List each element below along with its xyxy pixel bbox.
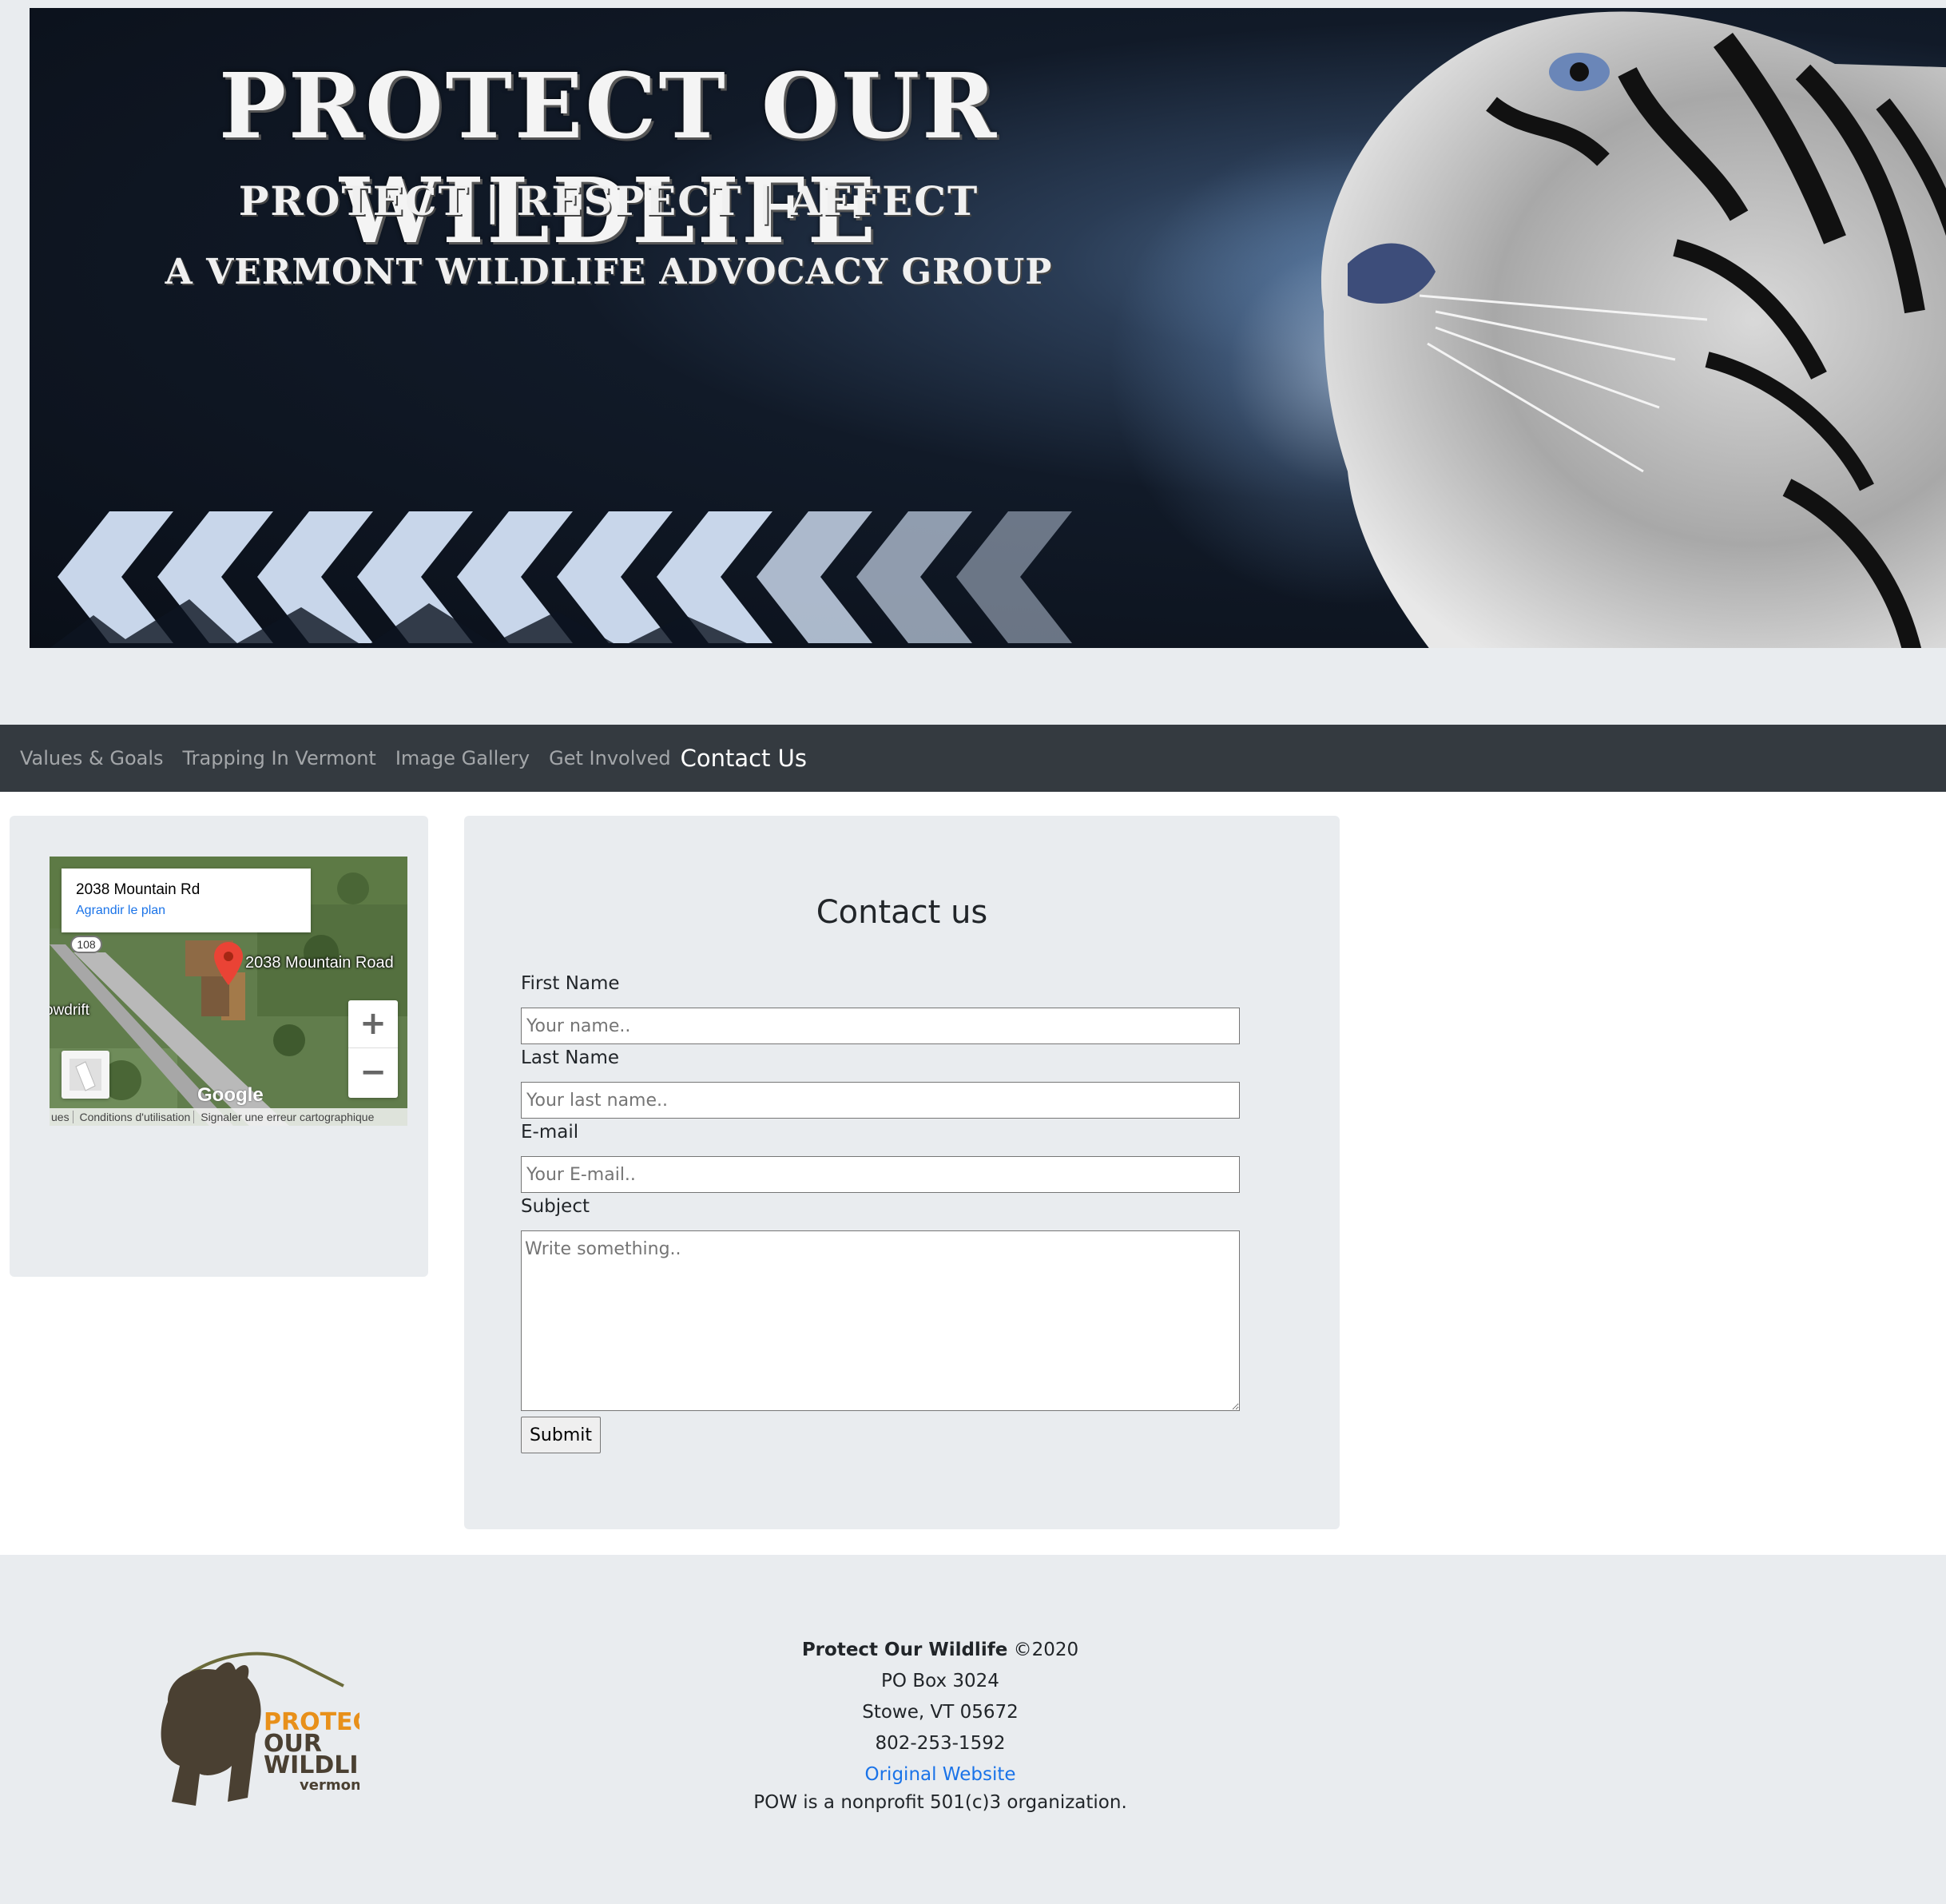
nav-values-goals[interactable]: Values & Goals: [20, 747, 164, 769]
form-title: Contact us: [816, 894, 988, 931]
nav-get-involved[interactable]: Get Involved: [549, 747, 670, 769]
submit-button[interactable]: Submit: [521, 1417, 601, 1453]
subject-textarea[interactable]: [521, 1230, 1240, 1411]
road-shield: 108: [70, 936, 102, 953]
street-view-pegman-icon[interactable]: [62, 1051, 109, 1099]
footer-contact-info: Protect Our Wildlife ©2020 PO Box 3024 S…: [701, 1635, 1179, 1815]
map-footer-report-error[interactable]: Signaler une erreur cartographique: [201, 1111, 377, 1123]
google-map[interactable]: 2038 Mountain Rd Agrandir le plan 108 20…: [50, 857, 407, 1126]
first-name-label: First Name: [521, 973, 620, 994]
map-place-label: 2038 Mountain Road: [245, 954, 394, 972]
header-area: PROTECT OUR WILDLIFE PROTECT | RESPECT |…: [0, 0, 1946, 725]
footer-original-website-link[interactable]: Original Website: [865, 1764, 1016, 1785]
footer-city: Stowe, VT 05672: [862, 1702, 1019, 1723]
email-label: E-mail: [521, 1122, 579, 1143]
chevron-arrows-decoration: [50, 511, 1072, 648]
map-info-window: 2038 Mountain Rd Agrandir le plan: [62, 869, 311, 932]
map-footer-keyboard[interactable]: ues: [51, 1111, 73, 1123]
logo-word-wildlife: WILDLIFE: [264, 1751, 359, 1779]
google-logo: Google: [197, 1084, 264, 1106]
zoom-in-button[interactable]: +: [348, 1000, 398, 1048]
first-name-input[interactable]: [521, 1008, 1240, 1044]
map-zoom-controls: + −: [348, 1000, 398, 1098]
footer-phone: 802-253-1592: [875, 1733, 1006, 1754]
banner-subtitle: PROTECT | RESPECT | AFFECT: [238, 177, 979, 225]
hero-banner: PROTECT OUR WILDLIFE PROTECT | RESPECT |…: [30, 8, 1946, 648]
last-name-label: Last Name: [521, 1047, 620, 1068]
email-input[interactable]: [521, 1156, 1240, 1193]
footer-po-box: PO Box 3024: [881, 1671, 999, 1691]
map-area-label: owdrift: [50, 1002, 89, 1019]
nav-trapping-in-vermont[interactable]: Trapping In Vermont: [183, 747, 376, 769]
subject-label: Subject: [521, 1196, 590, 1217]
zoom-out-button[interactable]: −: [348, 1049, 398, 1097]
footer-brand-line: Protect Our Wildlife ©2020: [701, 1635, 1179, 1666]
logo-word-vermont: vermont: [300, 1777, 359, 1794]
map-footer-terms[interactable]: Conditions d'utilisation: [79, 1111, 195, 1123]
footer-copyright: ©2020: [1013, 1640, 1079, 1660]
last-name-input[interactable]: [521, 1082, 1240, 1119]
map-card: 2038 Mountain Rd Agrandir le plan 108 20…: [10, 816, 428, 1277]
contact-form-card: Contact us First Name Last Name E-mail S…: [464, 816, 1340, 1529]
footer-brand: Protect Our Wildlife: [801, 1640, 1008, 1660]
main-navbar: Values & Goals Trapping In Vermont Image…: [0, 725, 1946, 792]
footer-nonprofit: POW is a nonprofit 501(c)3 organization.: [753, 1792, 1127, 1813]
page-footer: PROTECT OUR WILDLIFE vermont Protect Our…: [0, 1555, 1946, 1904]
map-footer: ues Conditions d'utilisation Signaler un…: [50, 1108, 407, 1126]
map-address: 2038 Mountain Rd: [76, 881, 201, 898]
banner-tagline: A VERMONT WILDLIFE ADVOCACY GROUP: [165, 252, 1053, 292]
tiger-image: [1320, 11, 1946, 648]
map-pin-icon[interactable]: [214, 942, 243, 985]
map-enlarge-link[interactable]: Agrandir le plan: [76, 904, 296, 918]
nav-image-gallery[interactable]: Image Gallery: [395, 747, 530, 769]
banner-title: PROTECT OUR WILDLIFE: [218, 54, 999, 264]
pow-logo: PROTECT OUR WILDLIFE vermont: [161, 1652, 359, 1806]
nav-contact-us[interactable]: Contact Us: [681, 745, 807, 772]
